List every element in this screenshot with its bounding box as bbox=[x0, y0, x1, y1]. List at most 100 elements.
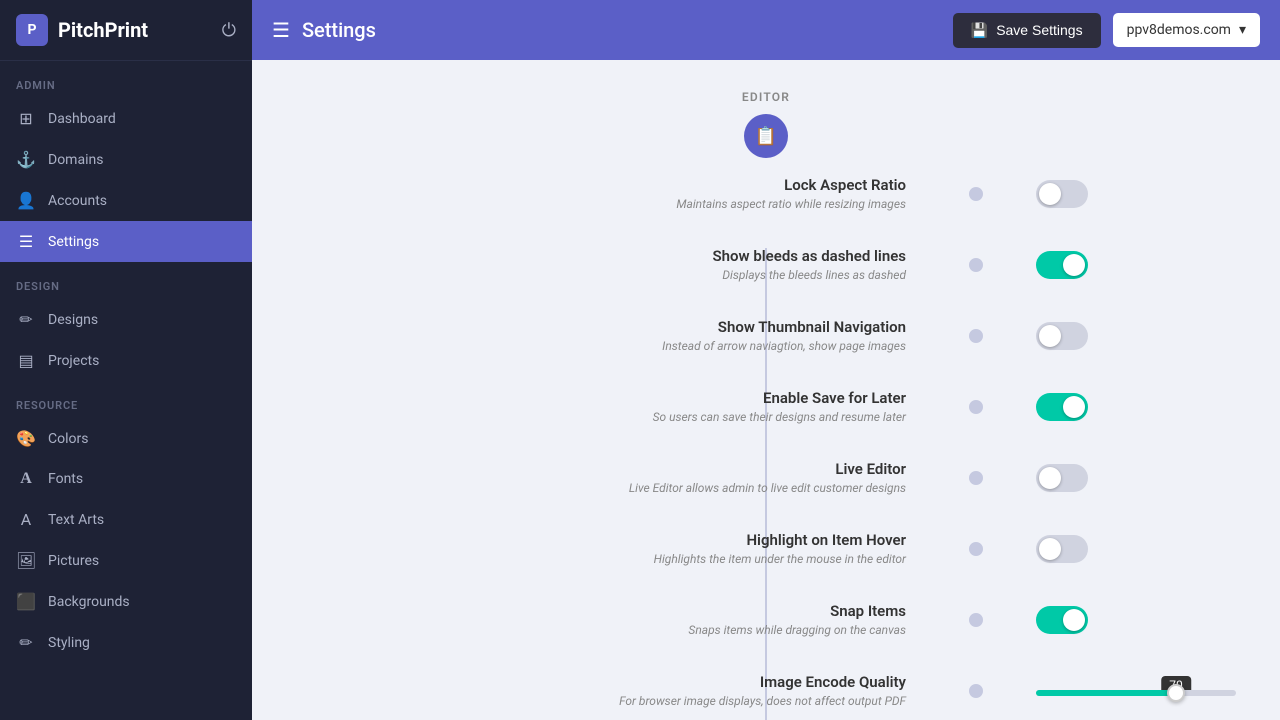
setting-desc-lock-aspect-ratio: Maintains aspect ratio while resizing im… bbox=[316, 197, 906, 211]
sidebar-item-backgrounds[interactable]: ⬛ Backgrounds bbox=[0, 581, 252, 622]
styling-icon: ✏ bbox=[16, 633, 36, 652]
sidebar-item-label: Projects bbox=[48, 353, 99, 369]
sidebar-item-label: Designs bbox=[48, 312, 98, 328]
setting-text-image-encode-quality: Image Encode Quality For browser image d… bbox=[316, 673, 936, 708]
power-icon[interactable]: ⏻ bbox=[222, 20, 236, 41]
sidebar-item-accounts[interactable]: 👤 Accounts bbox=[0, 180, 252, 221]
slider-fill-image-encode-quality bbox=[1036, 690, 1176, 696]
setting-text-enable-save: Enable Save for Later So users can save … bbox=[316, 389, 936, 424]
domains-icon: ⚓ bbox=[16, 150, 36, 169]
setting-desc-show-thumbnail: Instead of arrow naviagtion, show page i… bbox=[316, 339, 906, 353]
setting-row-show-bleeds: Show bleeds as dashed lines Displays the… bbox=[316, 229, 1216, 300]
resource-section-label: RESOURCE bbox=[0, 381, 252, 418]
setting-control-live-editor bbox=[1016, 464, 1216, 492]
setting-label-show-bleeds: Show bleeds as dashed lines bbox=[316, 247, 906, 265]
backgrounds-icon: ⬛ bbox=[16, 592, 36, 611]
setting-desc-live-editor: Live Editor allows admin to live edit cu… bbox=[316, 481, 906, 495]
header-title: Settings bbox=[302, 18, 376, 42]
toggle-track-show-thumbnail bbox=[1036, 322, 1088, 350]
sidebar-item-colors[interactable]: 🎨 Colors bbox=[0, 418, 252, 459]
toggle-lock-aspect-ratio[interactable] bbox=[1036, 180, 1088, 208]
designs-icon: ✏ bbox=[16, 310, 36, 329]
toggle-thumb-highlight-hover bbox=[1039, 538, 1061, 560]
sidebar: P PitchPrint ⏻ ADMIN ⊞ Dashboard ⚓ Domai… bbox=[0, 0, 252, 720]
projects-icon: ▤ bbox=[16, 351, 36, 370]
slider-track-image-encode-quality[interactable] bbox=[1036, 690, 1236, 696]
dot-circle-highlight-hover bbox=[969, 542, 983, 556]
setting-desc-highlight-hover: Highlights the item under the mouse in t… bbox=[316, 552, 906, 566]
sidebar-item-styling[interactable]: ✏ Styling bbox=[0, 622, 252, 663]
setting-label-show-thumbnail: Show Thumbnail Navigation bbox=[316, 318, 906, 336]
toggle-thumb-enable-save bbox=[1063, 396, 1085, 418]
timeline-dot-lock-aspect-ratio bbox=[936, 187, 1016, 201]
dot-circle-snap-items bbox=[969, 613, 983, 627]
chevron-down-icon: ▾ bbox=[1239, 22, 1246, 38]
toggle-highlight-hover[interactable] bbox=[1036, 535, 1088, 563]
setting-label-image-encode-quality: Image Encode Quality bbox=[316, 673, 906, 691]
sidebar-item-label: Settings bbox=[48, 234, 99, 250]
main-content: ☰ Settings 💾 Save Settings ppv8demos.com… bbox=[252, 0, 1280, 720]
setting-row-live-editor: Live Editor Live Editor allows admin to … bbox=[316, 442, 1216, 513]
content-area: EDITOR 📋 Lock Aspect Ratio Maintains asp… bbox=[252, 60, 1280, 720]
setting-desc-show-bleeds: Displays the bleeds lines as dashed bbox=[316, 268, 906, 282]
sidebar-item-label: Pictures bbox=[48, 553, 99, 569]
sidebar-item-designs[interactable]: ✏ Designs bbox=[0, 299, 252, 340]
sidebar-item-projects[interactable]: ▤ Projects bbox=[0, 340, 252, 381]
setting-label-lock-aspect-ratio: Lock Aspect Ratio bbox=[316, 176, 906, 194]
sidebar-item-label: Text Arts bbox=[48, 512, 104, 528]
domain-selector[interactable]: ppv8demos.com ▾ bbox=[1113, 13, 1260, 47]
toggle-track-live-editor bbox=[1036, 464, 1088, 492]
sidebar-item-settings[interactable]: ☰ Settings bbox=[0, 221, 252, 262]
setting-label-live-editor: Live Editor bbox=[316, 460, 906, 478]
save-icon: 💾 bbox=[971, 22, 988, 39]
sidebar-item-label: Fonts bbox=[48, 471, 83, 487]
timeline-dot-image-encode-quality bbox=[936, 684, 1016, 698]
save-settings-button[interactable]: 💾 Save Settings bbox=[953, 13, 1101, 48]
timeline-dot-enable-save bbox=[936, 400, 1016, 414]
toggle-enable-save[interactable] bbox=[1036, 393, 1088, 421]
timeline-dot-show-thumbnail bbox=[936, 329, 1016, 343]
setting-row-enable-save: Enable Save for Later So users can save … bbox=[316, 371, 1216, 442]
setting-label-enable-save: Enable Save for Later bbox=[316, 389, 906, 407]
sidebar-item-domains[interactable]: ⚓ Domains bbox=[0, 139, 252, 180]
setting-text-show-bleeds: Show bleeds as dashed lines Displays the… bbox=[316, 247, 936, 282]
toggle-live-editor[interactable] bbox=[1036, 464, 1088, 492]
setting-control-enable-save bbox=[1016, 393, 1216, 421]
dot-circle-enable-save bbox=[969, 400, 983, 414]
sidebar-item-label: Styling bbox=[48, 635, 90, 651]
setting-control-highlight-hover bbox=[1016, 535, 1216, 563]
toggle-track-snap-items bbox=[1036, 606, 1088, 634]
timeline-dot-snap-items bbox=[936, 613, 1016, 627]
toggle-show-bleeds[interactable] bbox=[1036, 251, 1088, 279]
setting-text-snap-items: Snap Items Snaps items while dragging on… bbox=[316, 602, 936, 637]
setting-row-highlight-hover: Highlight on Item Hover Highlights the i… bbox=[316, 513, 1216, 584]
toggle-thumb-lock-aspect-ratio bbox=[1039, 183, 1061, 205]
toggle-track-show-bleeds bbox=[1036, 251, 1088, 279]
editor-section-icon: 📋 bbox=[744, 114, 788, 158]
setting-control-show-bleeds bbox=[1016, 251, 1216, 279]
sidebar-item-fonts[interactable]: A Fonts bbox=[0, 459, 252, 499]
toggle-snap-items[interactable] bbox=[1036, 606, 1088, 634]
setting-text-highlight-hover: Highlight on Item Hover Highlights the i… bbox=[316, 531, 936, 566]
header-actions: 💾 Save Settings ppv8demos.com ▾ bbox=[953, 13, 1260, 48]
sidebar-item-label: Backgrounds bbox=[48, 594, 130, 610]
toggle-track-lock-aspect-ratio bbox=[1036, 180, 1088, 208]
toggle-thumb-snap-items bbox=[1063, 609, 1085, 631]
logo-area: P PitchPrint ⏻ bbox=[0, 0, 252, 61]
logo-icon: P bbox=[16, 14, 48, 46]
colors-icon: 🎨 bbox=[16, 429, 36, 448]
slider-thumb-image-encode-quality[interactable] bbox=[1167, 684, 1185, 702]
setting-row-lock-aspect-ratio: Lock Aspect Ratio Maintains aspect ratio… bbox=[316, 158, 1216, 229]
accounts-icon: 👤 bbox=[16, 191, 36, 210]
setting-row-show-thumbnail: Show Thumbnail Navigation Instead of arr… bbox=[316, 300, 1216, 371]
sidebar-item-pictures[interactable]: 🖼 Pictures bbox=[0, 540, 252, 581]
dot-circle-show-thumbnail bbox=[969, 329, 983, 343]
setting-desc-image-encode-quality: For browser image displays, does not aff… bbox=[316, 694, 906, 708]
setting-label-snap-items: Snap Items bbox=[316, 602, 906, 620]
sidebar-item-textarts[interactable]: A Text Arts bbox=[0, 499, 252, 540]
sidebar-item-dashboard[interactable]: ⊞ Dashboard bbox=[0, 98, 252, 139]
toggle-show-thumbnail[interactable] bbox=[1036, 322, 1088, 350]
dot-circle-live-editor bbox=[969, 471, 983, 485]
admin-section-label: ADMIN bbox=[0, 61, 252, 98]
editor-label: EDITOR bbox=[742, 90, 790, 104]
